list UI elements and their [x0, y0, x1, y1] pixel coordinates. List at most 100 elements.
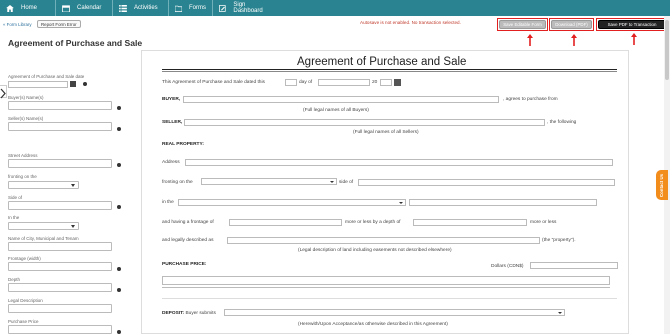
- nav-calendar-label: Calendar: [77, 5, 102, 11]
- sidebar-legal-input[interactable]: [8, 304, 112, 313]
- depth-label: more or less by a depth of: [345, 220, 401, 225]
- info-icon[interactable]: [117, 288, 121, 292]
- side-of-label: side of: [339, 180, 354, 185]
- sidebar-label: Purchase Price: [8, 319, 39, 324]
- document-title: Agreement of Purchase and Sale: [297, 56, 467, 68]
- report-form-error-button[interactable]: Report Form Error: [37, 20, 81, 28]
- form-library-link[interactable]: « Form Library: [3, 22, 32, 27]
- sidebar-label: Name of City, Municipal and Tenam: [8, 236, 79, 241]
- calendar-icon[interactable]: [70, 81, 76, 87]
- buyer-input[interactable]: [183, 96, 499, 103]
- sidebar-depth-input[interactable]: [8, 283, 112, 292]
- form-library-label: Form Library: [6, 22, 32, 27]
- buyer-suffix-text: , agrees to purchase from: [503, 97, 558, 102]
- calendar-icon[interactable]: [394, 79, 401, 86]
- frontage-input[interactable]: [229, 219, 342, 226]
- seller-input[interactable]: [184, 119, 545, 126]
- info-icon[interactable]: [117, 267, 121, 271]
- info-icon[interactable]: [117, 330, 121, 334]
- pen-icon: [219, 4, 226, 12]
- sidebar-label: Buyer(s) Name(s): [8, 95, 44, 100]
- legal-note: (Legal description of land including eas…: [298, 248, 452, 253]
- sidebar-price-input[interactable]: [8, 325, 112, 334]
- sidebar-label: Side of: [8, 195, 23, 200]
- scrollbar-thumb[interactable]: [665, 20, 669, 80]
- title-rule: [162, 71, 617, 72]
- save-pdf-to-transaction-button[interactable]: Save PDF to Transaction: [598, 20, 666, 29]
- fronting-select[interactable]: [201, 178, 337, 185]
- sidebar-fronting-select[interactable]: [8, 181, 79, 189]
- municipality-input[interactable]: [409, 199, 597, 206]
- arrow-up-icon: [631, 33, 637, 45]
- deposit-line: DEPOSIT: Buyer submits: [162, 311, 216, 316]
- sidebar-frontage-input[interactable]: [8, 262, 112, 271]
- calendar-icon: [62, 4, 70, 12]
- sidebar-label: Street Address: [8, 153, 38, 158]
- seller-label: SELLER,: [162, 120, 183, 125]
- day-of-text: day of: [299, 80, 313, 85]
- title-rule: [162, 69, 617, 70]
- in-the-label: in the: [162, 200, 174, 205]
- purchase-price-input[interactable]: [530, 262, 618, 269]
- app-root: Home Calendar Activities Forms Sign Dash…: [0, 0, 670, 334]
- nav-forms[interactable]: Forms: [169, 0, 213, 16]
- buyer-label: BUYER,: [162, 97, 181, 102]
- legal-description-input[interactable]: [227, 237, 540, 244]
- sidebar-label: Agreement of Purchase and Sale date: [8, 74, 85, 79]
- deposit-select[interactable]: [224, 309, 565, 316]
- sidebar-city-input[interactable]: [8, 242, 112, 251]
- top-nav: Home Calendar Activities Forms Sign Dash…: [0, 0, 670, 16]
- year-input[interactable]: [380, 79, 392, 86]
- info-icon[interactable]: [117, 127, 121, 131]
- nav-sign-dashboard-label: Sign Dashboard: [233, 2, 263, 14]
- side-of-input[interactable]: [358, 179, 615, 186]
- document-page: [141, 50, 629, 334]
- arrow-up-icon: [527, 34, 533, 46]
- fronting-label: fronting on the: [162, 180, 193, 185]
- sidebar-buyers-input[interactable]: [8, 101, 112, 110]
- nav-home[interactable]: Home: [0, 0, 56, 16]
- in-the-select[interactable]: [178, 199, 406, 206]
- autosave-status: Autosave is not enabled. No transaction …: [360, 20, 461, 25]
- purchase-price-words-input[interactable]: [162, 276, 610, 285]
- legally-label: and legally described as: [162, 238, 214, 243]
- seller-note: (Full legal names of all Sellers): [353, 130, 419, 135]
- sidebar-date-input[interactable]: [8, 81, 68, 88]
- sidebar-street-input[interactable]: [8, 159, 112, 168]
- contact-us-tab[interactable]: Contact Us: [656, 170, 668, 200]
- dollars-label: Dollars (CDN$): [491, 264, 524, 269]
- sidebar-toggle[interactable]: [0, 85, 7, 99]
- info-icon[interactable]: [83, 82, 87, 86]
- divider: [162, 287, 610, 288]
- divider: [162, 298, 617, 299]
- sidebar-label: Depth: [8, 277, 21, 282]
- real-property-label: REAL PROPERTY:: [162, 142, 204, 147]
- nav-activities[interactable]: Activities: [113, 0, 169, 16]
- sidebar-label: Seller(s) Name(s): [8, 116, 44, 121]
- info-icon[interactable]: [117, 163, 121, 167]
- sidebar-sellers-input[interactable]: [8, 122, 112, 131]
- list-icon: [119, 4, 127, 12]
- depth-input[interactable]: [413, 219, 527, 226]
- property-text: (the "property").: [542, 238, 576, 243]
- seller-suffix-text: , the following: [547, 120, 577, 125]
- sidebar-in-select[interactable]: [8, 222, 79, 230]
- nav-home-label: Home: [21, 5, 38, 11]
- frontage-label: and having a frontage of: [162, 220, 214, 225]
- info-icon[interactable]: [117, 106, 121, 110]
- month-input[interactable]: [318, 79, 370, 86]
- sidebar-side-input[interactable]: [8, 201, 112, 210]
- sidebar-label: Legal Description: [8, 298, 43, 303]
- contact-us-label: Contact Us: [659, 173, 665, 197]
- nav-sign-dashboard[interactable]: Sign Dashboard: [213, 0, 279, 16]
- home-icon: [6, 4, 14, 12]
- download-pdf-button[interactable]: Download (PDF): [551, 20, 592, 29]
- nav-calendar[interactable]: Calendar: [56, 0, 113, 16]
- save-editable-form-button[interactable]: Save Editable Form: [499, 20, 546, 29]
- buyer-submits-text: Buyer submits: [185, 311, 216, 316]
- address-input[interactable]: [185, 159, 613, 166]
- folder-icon: [175, 5, 182, 12]
- dated-text: This Agreement of Purchase and Sale date…: [162, 80, 265, 85]
- day-input[interactable]: [285, 79, 297, 86]
- info-icon[interactable]: [117, 205, 121, 209]
